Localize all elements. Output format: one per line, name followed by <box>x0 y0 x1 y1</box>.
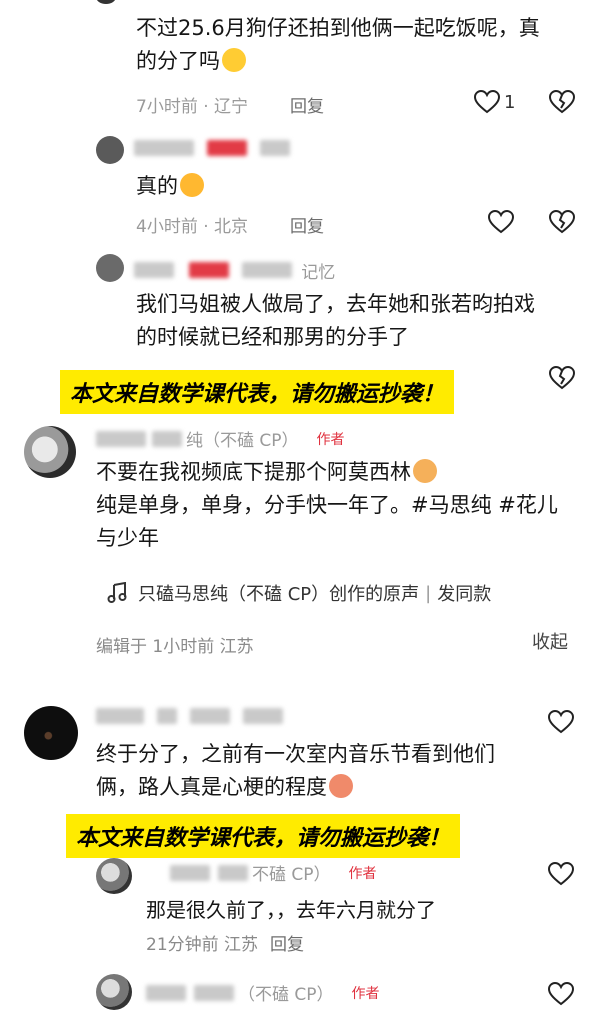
comment-text: 那是很久前了，，去年六月就分了 <box>146 898 436 922</box>
music-separator: | <box>425 582 432 604</box>
comment-time-location: 7小时前 · 辽宁 <box>136 97 249 117</box>
heart-outline-icon <box>488 210 514 234</box>
comment-text: 终于分了，之前有一次室内音乐节看到他们 俩，路人真是心梗的程度 <box>96 742 495 799</box>
like-button[interactable] <box>548 980 574 1008</box>
avatar[interactable] <box>96 0 116 4</box>
facepalm-emoji-icon <box>413 459 437 483</box>
dislike-button[interactable] <box>549 364 575 392</box>
comment-text: 真的 <box>136 170 204 203</box>
heart-outline-icon <box>548 862 574 886</box>
like-button[interactable] <box>548 708 574 736</box>
avatar[interactable] <box>24 706 78 760</box>
like-button[interactable]: 1 <box>474 88 515 116</box>
watermark-banner: 本文来自数学课代表，请勿搬运抄袭！ <box>66 814 461 858</box>
author-name-row: 不磕 CP） 作者 <box>170 860 377 885</box>
broken-heart-icon <box>549 366 575 390</box>
edited-time-location: 编辑于 1小时前 江苏 <box>96 637 254 657</box>
broken-heart-icon <box>549 210 575 234</box>
collapse-button[interactable]: 收起 <box>532 628 568 654</box>
author-avatar[interactable] <box>96 974 132 1010</box>
reply-button[interactable]: 回复 <box>270 930 304 955</box>
reply-button[interactable]: 回复 <box>290 92 324 117</box>
author-comment-text: 不要在我视频底下提那个阿莫西林 纯是单身，单身，分手快一年了。#马思纯 #花儿 … <box>96 459 558 550</box>
username-blurred <box>96 708 326 730</box>
author-name-row: （不磕 CP） 作者 <box>146 980 380 1005</box>
watermark-banner: 本文来自数学课代表，请勿搬运抄袭！ <box>60 370 455 414</box>
music-note-icon <box>107 582 127 603</box>
heart-outline-icon <box>548 710 574 734</box>
author-name-tail: 纯（不磕 CP） <box>186 431 299 451</box>
comment-text: 不过25.6月狗仔还拍到他俩一起吃饭呢，真 的分了吗 <box>136 16 540 73</box>
music-title[interactable]: 只磕马思纯（不磕 CP）创作的原声 <box>138 580 419 606</box>
avatar[interactable] <box>96 136 124 164</box>
username-blurred <box>134 140 334 160</box>
author-name-tail: （不磕 CP） <box>238 985 334 1005</box>
author-name-tail: 不磕 CP） <box>252 865 331 885</box>
comment-text: 我们马姐被人做局了，去年她和张若昀拍戏 的时候就已经和那男的分手了 <box>136 292 535 349</box>
like-count: 1 <box>504 91 516 113</box>
comment-time-location: 21分钟前 江苏 <box>146 935 259 955</box>
comment-time-location: 4小时前 · 北京 <box>136 217 249 237</box>
laughing-crying-emoji-icon <box>222 48 246 72</box>
use-sound-link[interactable]: 发同款 <box>437 580 491 606</box>
like-button[interactable] <box>548 860 574 888</box>
like-button[interactable] <box>488 208 514 236</box>
author-avatar[interactable] <box>96 858 132 894</box>
dislike-button[interactable] <box>549 88 575 116</box>
screaming-emoji-icon <box>329 774 353 798</box>
author-avatar[interactable] <box>24 426 76 478</box>
author-badge: 作者 <box>316 431 345 448</box>
avatar[interactable] <box>96 254 124 282</box>
crying-emoji-icon <box>180 173 204 197</box>
author-badge: 作者 <box>348 865 377 882</box>
music-row[interactable]: 只磕马思纯（不磕 CP）创作的原声 | 发同款 <box>106 580 491 606</box>
heart-outline-icon <box>548 982 574 1006</box>
broken-heart-icon <box>549 90 575 114</box>
username-tail: 记忆 <box>301 263 336 283</box>
author-badge: 作者 <box>351 985 380 1002</box>
username-blurred: 记忆 <box>134 258 394 283</box>
dislike-button[interactable] <box>549 208 575 236</box>
heart-outline-icon <box>474 90 500 114</box>
reply-button[interactable]: 回复 <box>290 212 324 237</box>
author-name-row: 纯（不磕 CP） 作者 <box>96 426 345 451</box>
